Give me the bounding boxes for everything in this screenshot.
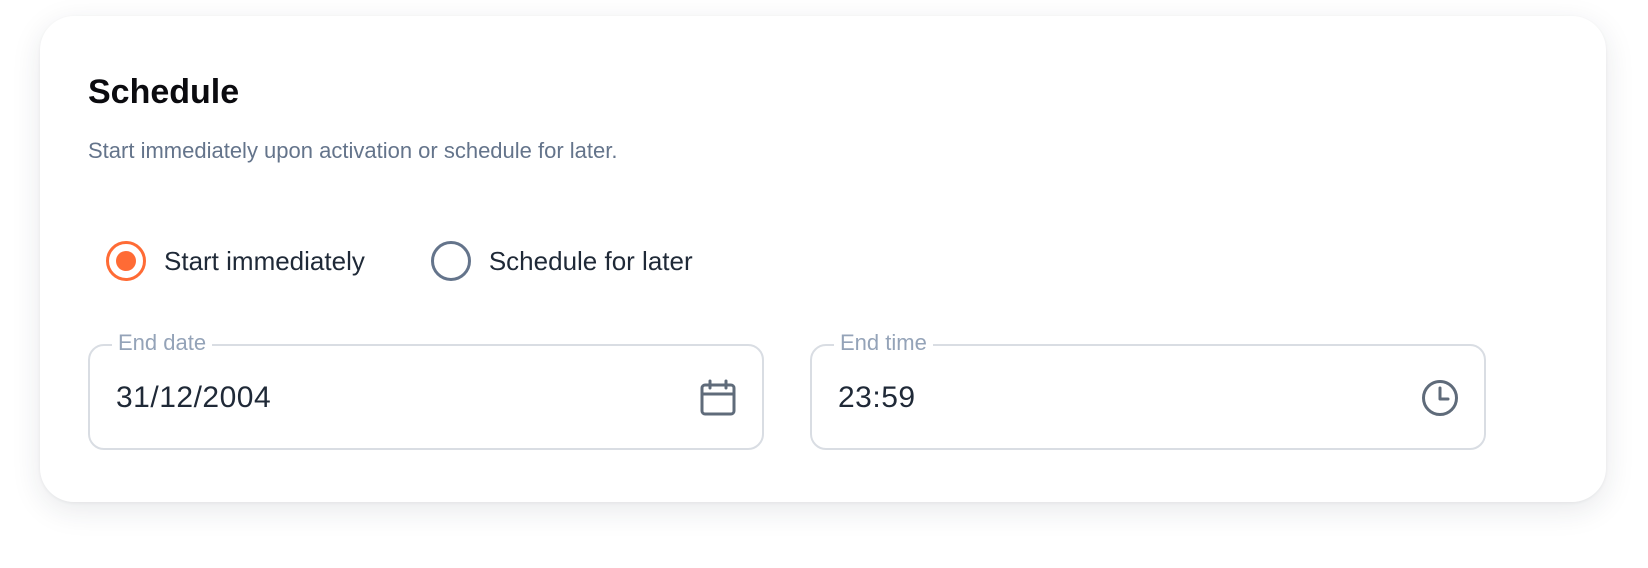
end-time-field[interactable]: End time 23:59 <box>810 328 1486 450</box>
schedule-for-later-option[interactable]: Schedule for later <box>430 241 693 281</box>
start-immediately-option[interactable]: Start immediately <box>106 241 365 281</box>
section-title: Schedule <box>88 73 240 111</box>
radio-button-unchecked[interactable] <box>430 241 471 281</box>
schedule-for-later-label[interactable]: Schedule for later <box>489 246 693 277</box>
end-date-value[interactable]: 31/12/2004 <box>116 380 271 416</box>
schedule-card: Schedule Start immediately upon activati… <box>40 16 1606 502</box>
end-date-label: End date <box>112 328 213 358</box>
radio-button-checked[interactable] <box>106 241 146 281</box>
calendar-icon[interactable] <box>696 376 740 420</box>
end-time-label: End time <box>834 328 933 358</box>
clock-icon[interactable] <box>1418 376 1462 420</box>
start-mode-radio-group: Start immediately Schedule for later <box>106 236 693 286</box>
radio-dot <box>116 251 136 271</box>
end-date-field[interactable]: End date 31/12/2004 <box>88 328 764 450</box>
end-time-value[interactable]: 23:59 <box>838 380 916 416</box>
section-description: Start immediately upon activation or sch… <box>88 138 618 163</box>
start-immediately-label[interactable]: Start immediately <box>164 246 365 277</box>
